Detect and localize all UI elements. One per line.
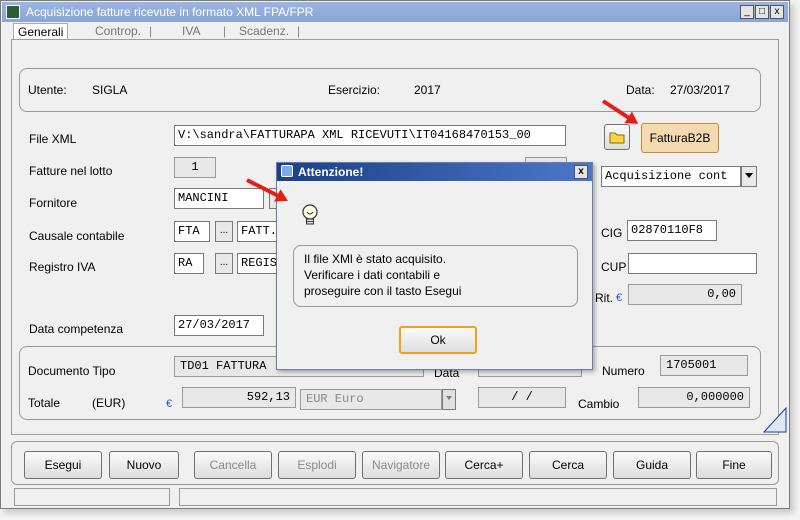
user-label: Utente: — [28, 83, 67, 97]
acquisizione-dropdown-button[interactable] — [741, 166, 757, 187]
cig-field[interactable]: 02870110F8 — [627, 220, 717, 241]
chevron-down-icon — [446, 396, 452, 401]
registro-label: Registro IVA — [29, 260, 96, 274]
currency-label: (EUR) — [92, 396, 126, 410]
tab-separator: | — [297, 24, 301, 38]
dialog-title: Attenzione! — [298, 165, 364, 179]
dialog-message-box: Il file XMl è stato acquisito. Verificar… — [293, 245, 578, 307]
dialog-message-line: Verificare i dati contabili e — [304, 268, 441, 282]
currency-dropdown-button — [442, 389, 456, 410]
tab-scadenz[interactable]: Scadenz. — [235, 23, 293, 39]
status-panel-left — [14, 488, 170, 506]
tab-separator: | — [223, 24, 227, 38]
ok-button[interactable]: Ok — [399, 326, 477, 354]
cerca-button[interactable]: Cerca — [529, 451, 607, 479]
nuovo-button[interactable]: Nuovo — [109, 451, 179, 479]
currency-select: EUR Euro — [300, 389, 442, 410]
numero-label: Numero — [602, 364, 645, 378]
dialog-app-icon — [281, 165, 293, 177]
title-bar: Acquisizione fatture ricevute in formato… — [2, 2, 788, 22]
file-xml-label: File XML — [29, 132, 77, 146]
status-panel-right — [179, 488, 777, 506]
cup-label: CUP — [601, 260, 627, 274]
lotto-label: Fatture nel lotto — [29, 164, 113, 178]
cambio-date-field: / / — [478, 387, 566, 408]
dialog-message-line: proseguire con il tasto Esegui — [304, 284, 462, 298]
documento-tipo-label: Documento Tipo — [28, 364, 116, 378]
lotto-field: 1 — [174, 157, 216, 178]
navigatore-button[interactable]: Navigatore — [362, 451, 440, 479]
tab-separator: | — [149, 24, 153, 38]
competenza-field[interactable]: 27/03/2017 — [174, 315, 264, 336]
fornitore-label: Fornitore — [29, 196, 78, 210]
file-xml-field[interactable]: V:\sandra\FATTURAPA XML RICEVUTI\IT04168… — [174, 125, 566, 146]
cancella-button[interactable]: Cancella — [194, 451, 272, 479]
fine-button[interactable]: Fine — [696, 451, 772, 479]
registro-lookup-button[interactable]: ... — [215, 253, 233, 274]
resize-grip-icon[interactable] — [763, 407, 787, 433]
chevron-down-icon — [745, 172, 753, 178]
year-label: Esercizio: — [328, 83, 381, 97]
totale-euro-symbol: € — [166, 398, 173, 410]
guida-button[interactable]: Guida — [613, 451, 691, 479]
fattura-b2b-button[interactable]: FatturaB2B — [641, 123, 719, 153]
window-title: Acquisizione fatture ricevute in formato… — [26, 5, 314, 19]
close-button[interactable]: x — [770, 5, 784, 19]
maximize-button[interactable]: □ — [755, 5, 769, 19]
dialog-close-button[interactable]: x — [574, 165, 588, 179]
cambio-field: 0,000000 — [638, 387, 750, 408]
registro-code-field[interactable]: RA — [174, 253, 204, 274]
numero-field: 1705001 — [660, 355, 748, 376]
dialog-title-bar: Attenzione! x — [277, 163, 592, 181]
cambio-label: Cambio — [578, 397, 620, 411]
competenza-label: Data competenza — [29, 322, 124, 336]
esplodi-button[interactable]: Esplodi — [278, 451, 356, 479]
fornitore-field[interactable]: MANCINI — [174, 188, 264, 209]
causale-lookup-button[interactable]: ... — [215, 221, 233, 242]
app-icon — [6, 5, 20, 19]
causale-code-field[interactable]: FTA — [174, 221, 210, 242]
tab-generali[interactable]: Generali — [13, 23, 69, 39]
totale-label: Totale — [28, 396, 61, 410]
dialog-message-line: Il file XMl è stato acquisito. — [304, 252, 447, 266]
folder-icon — [609, 132, 625, 144]
date-label: Data: — [626, 83, 655, 97]
cerca-plus-button[interactable]: Cerca+ — [445, 451, 523, 479]
lightbulb-icon — [302, 204, 318, 225]
tab-iva[interactable]: IVA — [178, 23, 204, 39]
tab-controp[interactable]: Controp. — [91, 23, 145, 39]
minimize-button[interactable]: _ — [740, 5, 754, 19]
date-value: 27/03/2017 — [670, 83, 731, 97]
cup-field[interactable] — [628, 253, 757, 274]
year-value: 2017 — [414, 83, 441, 97]
browse-folder-button[interactable] — [604, 124, 630, 150]
rit-euro-symbol: € — [616, 292, 623, 304]
header-group: Utente: SIGLA Esercizio: 2017 Data: 27/0… — [19, 68, 761, 112]
causale-label: Causale contabile — [29, 229, 125, 243]
acquisizione-select[interactable]: Acquisizione cont — [601, 166, 741, 187]
attenzione-dialog: Attenzione! x Il file XMl è stato acquis… — [276, 162, 593, 370]
rit-field: 0,00 — [628, 284, 742, 305]
cig-label: CIG — [601, 226, 623, 240]
rit-label: Rit. — [595, 291, 613, 305]
esegui-button[interactable]: Esegui — [24, 451, 102, 479]
totale-field: 592,13 — [182, 387, 296, 408]
user-value: SIGLA — [92, 83, 128, 97]
